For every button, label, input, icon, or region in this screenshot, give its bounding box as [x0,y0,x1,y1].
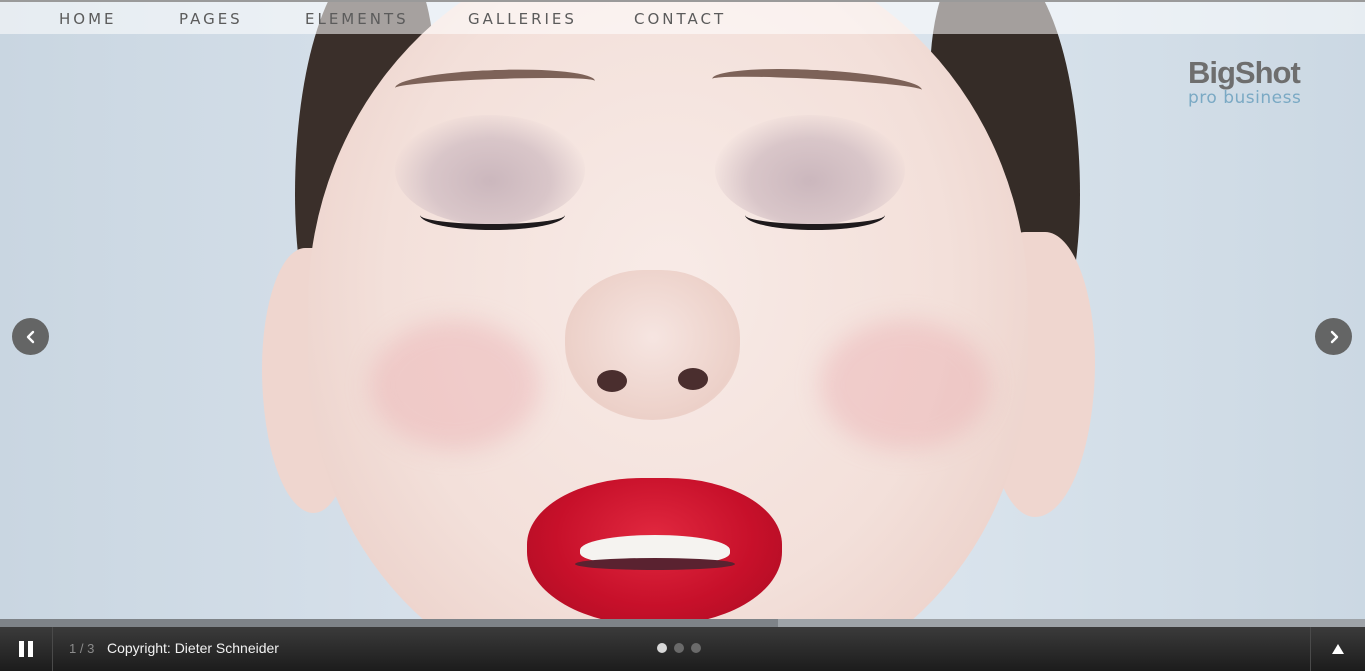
slide-progress-bar [0,619,1365,627]
nav-item-home[interactable]: HOME [59,10,117,28]
top-navigation: HOME PAGES ELEMENTS GALLERIES CONTACT [0,0,1365,34]
toggle-bar-button[interactable] [1310,627,1365,671]
arrow-up-icon [1332,644,1344,654]
slide-image [0,0,1365,627]
slide-dot-2[interactable] [674,643,684,653]
slide-dots [657,643,701,653]
site-logo[interactable]: BigShot pro business [1188,55,1328,108]
slide-caption: Copyright: Dieter Schneider [107,640,279,656]
nostril-left [597,370,627,392]
cheek-right [820,320,990,450]
slide-progress-fill [0,619,779,627]
eyelash-left [420,200,565,230]
logo-subtitle: pro business [1188,88,1302,108]
next-slide-button[interactable] [1315,318,1352,355]
nav-item-elements[interactable]: ELEMENTS [305,10,409,28]
nav-item-galleries[interactable]: GALLERIES [468,10,577,28]
prev-slide-button[interactable] [12,318,49,355]
logo-title: BigShot [1188,55,1301,90]
cheek-left [370,320,540,450]
eyelash-right [745,200,885,230]
nose [565,270,740,420]
nav-item-pages[interactable]: PAGES [179,10,243,28]
slide-counter: 1 / 3 [69,641,95,656]
mouth-shadow [575,558,735,570]
slideshow-control-bar: 1 / 3 Copyright: Dieter Schneider [0,627,1365,671]
nav-item-contact[interactable]: CONTACT [634,10,726,28]
chevron-left-icon [26,330,34,343]
slide-dot-1[interactable] [657,643,667,653]
pause-button[interactable] [0,627,53,671]
slide-dot-3[interactable] [691,643,701,653]
chevron-right-icon [1330,330,1338,343]
pause-icon [19,641,33,657]
nostril-right [678,368,708,390]
